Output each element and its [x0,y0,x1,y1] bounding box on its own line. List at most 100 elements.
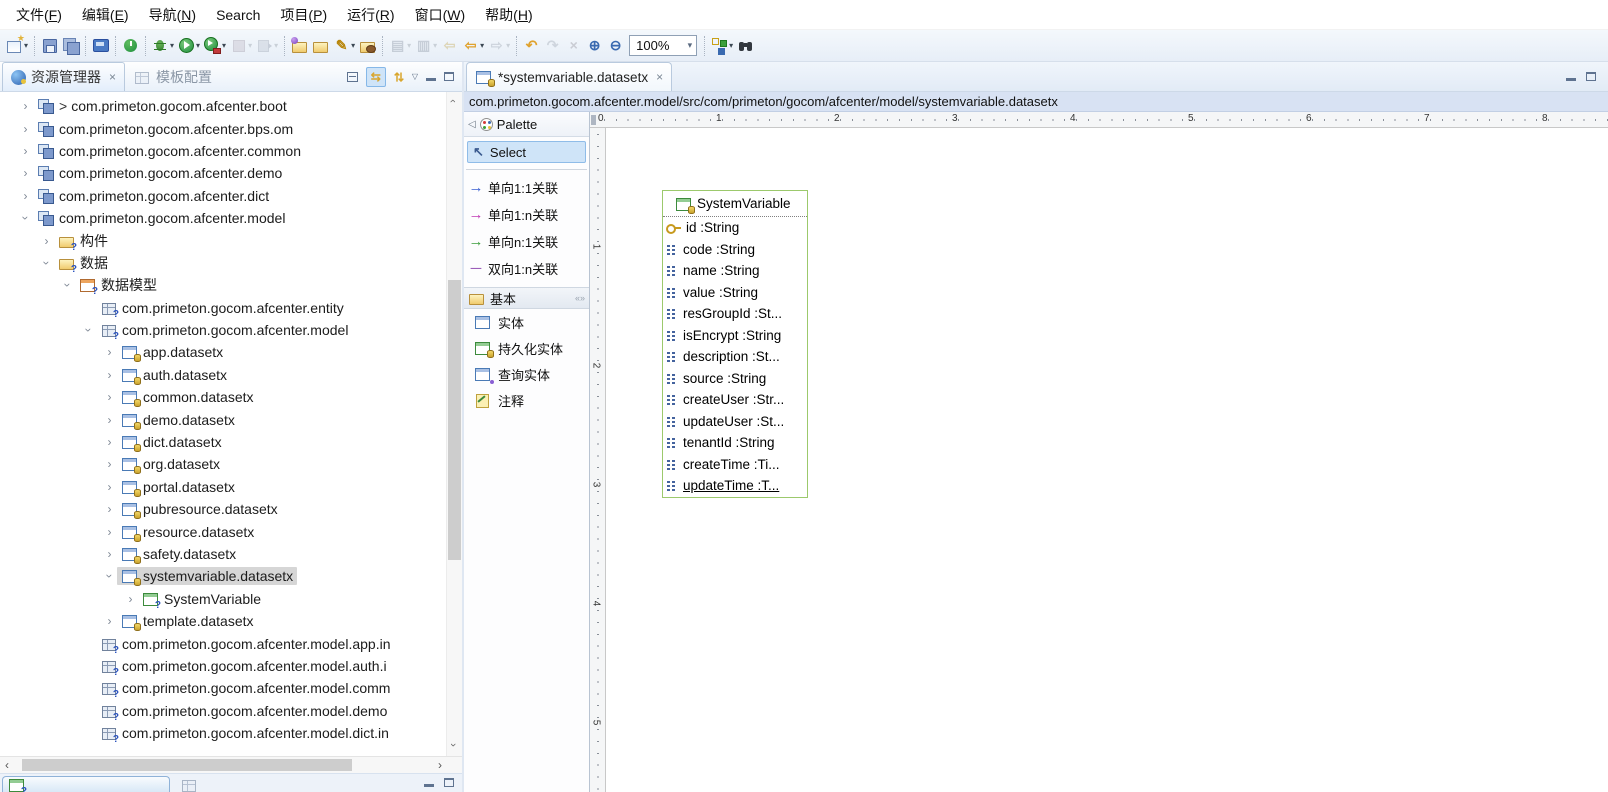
scroll-up-icon[interactable]: › [447,99,459,103]
entity-field[interactable]: updateUser :St... [663,411,807,433]
tree-item-row[interactable]: resource.datasetx [117,523,258,541]
entity-field[interactable]: source :String [663,368,807,390]
dropdown-arrow-icon[interactable]: ▾ [480,41,484,50]
tree-expander-icon[interactable]: › [102,457,117,471]
console-button[interactable] [91,36,110,55]
menu-project[interactable]: 项目(P) [270,0,337,30]
dropdown-arrow-icon[interactable]: ▾ [222,41,226,50]
tree-expander-icon[interactable]: › [123,592,138,606]
entity-field[interactable]: value :String [663,282,807,304]
tree-expander-icon[interactable]: › [102,525,117,539]
tree-item-row[interactable]: com.primeton.gocom.afcenter.bps.om [33,120,297,138]
open-folder-button[interactable] [311,36,330,55]
tree-item[interactable]: ?com.primeton.gocom.afcenter.model.comm [0,677,462,699]
tree-item[interactable]: ›?数据 [0,252,462,274]
palette-item[interactable]: 实体 [464,309,589,335]
tree-item[interactable]: ›com.primeton.gocom.afcenter.model [0,207,462,229]
tree-item[interactable]: ›com.primeton.gocom.afcenter.common [0,140,462,162]
tree-item[interactable]: ?com.primeton.gocom.afcenter.model.dict.… [0,722,462,744]
tree-expander-icon[interactable]: › [18,166,33,180]
tree-item[interactable]: ›dict.datasetx [0,431,462,453]
tree-expander-icon[interactable]: › [103,569,117,584]
tree-item[interactable]: ›template.datasetx [0,610,462,632]
tree-item-row[interactable]: systemvariable.datasetx [117,567,297,585]
scroll-down-icon[interactable]: › [447,743,459,747]
save-all-button[interactable] [61,36,80,55]
tree-item[interactable]: ›safety.datasetx [0,543,462,565]
tree-item-row[interactable]: ?com.primeton.gocom.afcenter.entity [96,299,348,317]
new-wizard-button[interactable]: ▾ [5,36,29,55]
tree-expander-icon[interactable]: › [102,502,117,516]
tree-item[interactable]: ›org.datasetx [0,453,462,475]
tree-item[interactable]: ?com.primeton.gocom.afcenter.model.demo [0,700,462,722]
tree-item-row[interactable]: safety.datasetx [117,545,240,563]
entity-field[interactable]: name :String [663,260,807,282]
tree-item[interactable]: ?com.primeton.gocom.afcenter.model.auth.… [0,655,462,677]
tree-item-row[interactable]: ?SystemVariable [138,590,265,608]
palette-item[interactable]: 注释 [464,387,589,413]
tree-item-row[interactable]: ?构件 [54,230,112,252]
tree-expander-icon[interactable]: › [102,390,117,404]
tree-expander-icon[interactable]: › [82,323,96,338]
minimize-icon[interactable] [1566,72,1576,81]
bottom-view-tab[interactable]: ? [2,776,170,792]
tree-expander-icon[interactable]: › [39,234,54,248]
collapse-all-icon[interactable] [347,72,358,82]
close-icon[interactable]: × [656,70,663,84]
entity-field[interactable]: tenantId :String [663,432,807,454]
palette-item[interactable]: 持久化实体 [464,335,589,361]
tree-expander-icon[interactable]: › [61,278,75,293]
menu-edit[interactable]: 编辑(E) [72,0,139,30]
tree-item-row[interactable]: org.datasetx [117,455,224,473]
entity-field[interactable]: createTime :Ti... [663,454,807,476]
zoom-level-combo[interactable]: 100%▾ [629,35,697,56]
tab-template-config[interactable]: 模板配置 [125,62,220,91]
scrollbar-thumb[interactable] [22,759,352,771]
tree-item[interactable]: ›com.primeton.gocom.afcenter.demo [0,162,462,184]
run-alt-button[interactable]: ▾ [203,36,227,55]
chevron-down-icon[interactable]: ▾ [688,40,693,51]
tree-expander-icon[interactable]: › [18,144,33,158]
zoom-out-button[interactable]: ⊖ [606,36,625,55]
minimize-icon[interactable] [426,72,436,81]
view-menu-icon[interactable]: ▽ [412,72,418,81]
boot-button[interactable] [121,36,140,55]
entity-field[interactable]: description :St... [663,346,807,368]
menu-search[interactable]: Search [206,0,270,30]
tree-item-row[interactable]: demo.datasetx [117,411,239,429]
back-button[interactable]: ⇦▾ [461,36,485,55]
dropdown-arrow-icon[interactable]: ▾ [170,41,174,50]
maximize-icon[interactable] [444,72,454,81]
palette-collapse-icon[interactable]: ◁ [468,119,476,130]
link-with-editor-icon[interactable]: ⇆ [366,67,386,87]
tree-expander-icon[interactable]: › [18,122,33,136]
entity-title-row[interactable]: SystemVariable [663,191,807,217]
entity-field[interactable]: isEncrypt :String [663,325,807,347]
tree-item[interactable]: ›com.primeton.gocom.afcenter.dict [0,185,462,207]
tree-expander-icon[interactable]: › [40,255,54,270]
undo-button[interactable]: ↶ [522,36,541,55]
palette-tool-3[interactable]: ─双向1:n关联 [464,255,589,282]
tree-item[interactable]: ›resource.datasetx [0,520,462,542]
tree-item[interactable]: ›demo.datasetx [0,408,462,430]
entity-field[interactable]: resGroupId :St... [663,303,807,325]
scrollbar-thumb[interactable] [448,280,461,560]
tree-item-row[interactable]: app.datasetx [117,343,227,361]
close-icon[interactable]: × [109,70,116,84]
palette-tool-2[interactable]: →单向n:1关联 [464,228,589,255]
palette-group-basic[interactable]: 基本 «» [464,287,589,309]
tree-item[interactable]: ›portal.datasetx [0,476,462,498]
tree-item-row[interactable]: com.primeton.gocom.afcenter.demo [33,164,286,182]
palette-pin-icon[interactable]: «» [575,293,585,303]
tree-expander-icon[interactable]: › [102,614,117,628]
menu-navigate[interactable]: 导航(N) [139,0,206,30]
tree-item[interactable]: ›systemvariable.datasetx [0,565,462,587]
tree-item[interactable]: ›?构件 [0,229,462,251]
entity-field[interactable]: code :String [663,239,807,261]
vertical-scrollbar[interactable]: › › [446,92,462,756]
tree-item-row[interactable]: com.primeton.gocom.afcenter.model [33,209,289,227]
tree-item-row[interactable]: common.datasetx [117,388,258,406]
tree-expander-icon[interactable]: › [102,480,117,494]
open-resource-button[interactable] [290,36,309,55]
tree-item[interactable]: ›>com.primeton.gocom.afcenter.boot [0,95,462,117]
